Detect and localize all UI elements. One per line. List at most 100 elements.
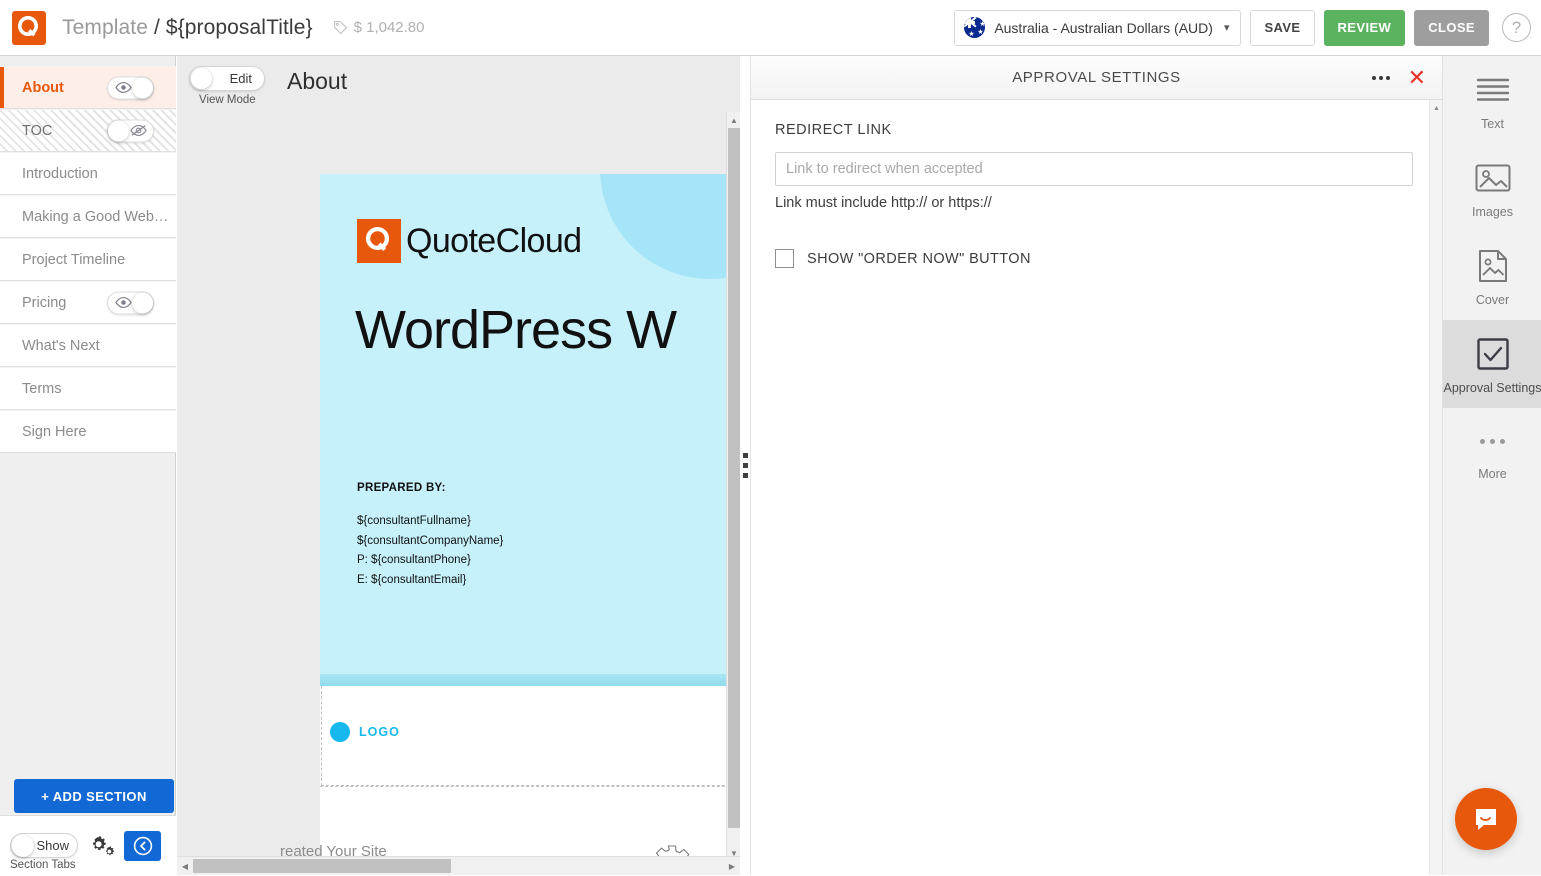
toggle-knob	[12, 835, 34, 857]
cover-page-icon	[1477, 248, 1509, 284]
sidebar-item-pricing[interactable]: Pricing	[0, 281, 176, 324]
rail-item-text[interactable]: Text	[1443, 56, 1541, 144]
sidebar-item-toc[interactable]: TOC	[0, 109, 176, 152]
logo-dot-icon	[330, 722, 350, 742]
website-design-block[interactable]: reated Your Site Website Design	[320, 786, 726, 861]
top-bar: Template / ${proposalTitle} $ 1,042.80 ★…	[0, 0, 1541, 56]
sidebar-item-label: Sign Here	[22, 424, 86, 440]
sidebar-item-label: Pricing	[22, 295, 66, 311]
rail-item-images[interactable]: Images	[1443, 144, 1541, 232]
redirect-link-hint: Link must include http:// or https://	[775, 195, 1418, 211]
sidebar-item-about[interactable]: About	[0, 66, 176, 109]
panel-body: REDIRECT LINK Link must include http:// …	[751, 100, 1442, 268]
prepared-by-lines: ${consultantFullname}${consultantCompany…	[357, 512, 503, 590]
prepared-by-line: E: ${consultantEmail}	[357, 571, 503, 591]
rail-item-approval-settings[interactable]: Approval Settings	[1443, 320, 1541, 408]
edit-toggle-label: Edit	[230, 71, 252, 86]
australia-flag-icon: ★ ★ ★	[964, 17, 985, 38]
sidebar-item-label: About	[22, 80, 64, 96]
section-tabs-caption: Section Tabs	[10, 859, 76, 871]
breadcrumb-root[interactable]: Template	[62, 16, 148, 39]
rail-item-label: More	[1478, 467, 1506, 482]
scrollbar-thumb[interactable]	[728, 128, 740, 828]
section-tabs-toggle-wrap: Show	[10, 833, 78, 858]
save-button[interactable]: SAVE	[1250, 10, 1314, 46]
sidebar-item-what-s-next[interactable]: What's Next	[0, 324, 176, 367]
section-tabs-toggle-label: Show	[36, 838, 69, 853]
help-icon[interactable]: ?	[1502, 13, 1531, 42]
sidebar-footer: Show Section Tabs	[0, 815, 176, 875]
visibility-toggle[interactable]	[107, 76, 154, 99]
gears-icon[interactable]	[88, 834, 114, 858]
rail-item-more[interactable]: More	[1443, 408, 1541, 494]
panel-resize-handle[interactable]	[740, 56, 750, 875]
toggle-knob	[191, 68, 212, 89]
sidebar-item-label: Making a Good Web…	[22, 209, 168, 225]
redirect-link-label: REDIRECT LINK	[775, 122, 1418, 138]
tag-icon	[333, 20, 348, 35]
tools-rail: Text Images Cover Approval Settings More	[1442, 56, 1541, 875]
chevron-down-icon: ▾	[1224, 21, 1230, 34]
visibility-toggle[interactable]	[107, 119, 154, 142]
toggle-knob	[132, 292, 153, 313]
currency-select[interactable]: ★ ★ ★ Australia - Australian Dollars (AU…	[954, 10, 1241, 46]
prepared-by-line: ${consultantCompanyName}	[357, 532, 503, 552]
section-tabs-toggle[interactable]: Show	[10, 833, 78, 858]
document-preview-pane: Edit View Mode About QuoteCloud WordPres…	[177, 56, 740, 875]
cover-bottom-band	[320, 674, 726, 686]
intercom-chat-icon[interactable]	[1455, 788, 1517, 850]
sidebar-item-making-a-good-web[interactable]: Making a Good Web…	[0, 195, 176, 238]
scroll-up-icon[interactable]: ▲	[727, 112, 740, 128]
prepared-by-line: P: ${consultantPhone}	[357, 551, 503, 571]
close-icon[interactable]: ✕	[1408, 67, 1426, 89]
prepared-by-label: PREPARED BY:	[357, 482, 503, 494]
view-mode-caption: View Mode	[199, 94, 256, 106]
scrollbar-thumb[interactable]	[193, 859, 451, 873]
panel-vertical-scrollbar[interactable]: ▲	[1429, 100, 1442, 875]
top-bar-actions: ★ ★ ★ Australia - Australian Dollars (AU…	[954, 10, 1541, 46]
quotecloud-logo-icon[interactable]	[12, 11, 46, 45]
sidebar-item-label: Introduction	[22, 166, 98, 182]
document-vertical-scrollbar[interactable]: ▲ ▼	[726, 112, 740, 861]
document-horizontal-scrollbar[interactable]: ◀ ▶	[177, 856, 740, 875]
rail-item-label: Images	[1472, 205, 1513, 220]
close-button[interactable]: CLOSE	[1414, 10, 1489, 46]
toggle-knob	[108, 120, 129, 141]
collapse-left-arrow-icon	[133, 836, 153, 856]
scroll-right-icon[interactable]: ▶	[724, 857, 740, 876]
cover-decoration-circle	[600, 174, 726, 279]
breadcrumb: Template / ${proposalTitle}	[62, 16, 313, 40]
sidebar-item-sign-here[interactable]: Sign Here	[0, 410, 176, 453]
sidebar-item-terms[interactable]: Terms	[0, 367, 176, 410]
sidebar-item-label: Project Timeline	[22, 252, 125, 268]
rail-item-label: Cover	[1476, 293, 1509, 308]
rail-item-cover[interactable]: Cover	[1443, 232, 1541, 320]
sidebar-item-project-timeline[interactable]: Project Timeline	[0, 238, 176, 281]
drag-dots-icon	[743, 453, 748, 478]
section-list: About TOC Introduction Making a Good Web… Pr…	[0, 66, 176, 453]
edit-mode-toggle[interactable]: Edit	[189, 66, 265, 91]
ellipsis-icon[interactable]	[1372, 76, 1390, 80]
image-icon	[1474, 160, 1512, 196]
logo-placeholder-block[interactable]: LOGO	[320, 686, 726, 786]
prepared-by-block: PREPARED BY: ${consultantFullname}${cons…	[357, 482, 503, 590]
checkbox-check-icon	[1476, 336, 1510, 372]
visibility-toggle[interactable]	[107, 291, 154, 314]
collapse-sidebar-button[interactable]	[124, 831, 161, 861]
logo-placeholder: LOGO	[330, 722, 400, 742]
sidebar-item-introduction[interactable]: Introduction	[0, 152, 176, 195]
show-order-now-row[interactable]: SHOW "ORDER NOW" BUTTON	[775, 249, 1418, 268]
panel-header: APPROVAL SETTINGS ✕	[751, 56, 1442, 100]
page-scroll-area[interactable]: QuoteCloud WordPress W PREPARED BY: ${co…	[177, 112, 726, 861]
cover-page: QuoteCloud WordPress W PREPARED BY: ${co…	[320, 174, 726, 686]
review-button[interactable]: REVIEW	[1324, 10, 1406, 46]
scroll-left-icon[interactable]: ◀	[177, 857, 193, 876]
text-lines-icon	[1475, 72, 1511, 108]
quotecloud-mark-icon	[357, 219, 401, 263]
currency-label: Australia - Australian Dollars (AUD)	[994, 20, 1213, 36]
eye-icon	[115, 82, 132, 94]
price-value: $ 1,042.80	[354, 19, 425, 36]
show-order-now-checkbox[interactable]	[775, 249, 794, 268]
redirect-link-input[interactable]	[775, 152, 1413, 186]
add-section-button[interactable]: + ADD SECTION	[14, 779, 174, 813]
